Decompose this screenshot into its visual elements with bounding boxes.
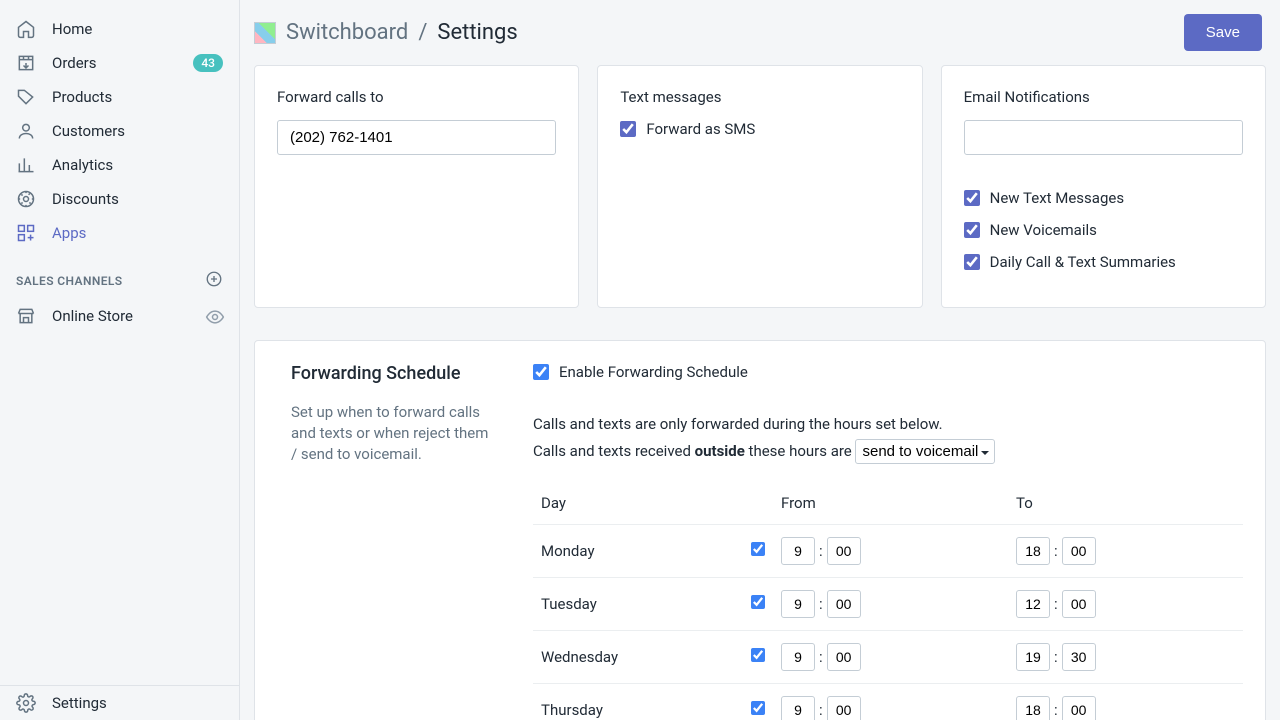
sidebar-item-label: Products [52,88,223,106]
home-icon [16,19,36,39]
schedule-row: Monday:: [533,525,1243,578]
sidebar-item-discounts[interactable]: Discounts [0,182,239,216]
day-enable-checkbox[interactable] [751,701,765,715]
sidebar-item-label: Apps [52,224,223,242]
sales-channels-header: SALES CHANNELS [0,250,239,299]
app-logo-icon [254,22,276,44]
forward-calls-input[interactable] [277,120,556,155]
email-notifications-card: Email Notifications New Text Messages Ne… [941,65,1266,308]
sidebar: Home Orders 43 Products Customers Analyt… [0,0,240,720]
sidebar-item-home[interactable]: Home [0,12,239,46]
schedule-heading: Forwarding Schedule [291,363,491,386]
to-min-input[interactable] [1062,590,1096,618]
notify-label: New Text Messages [990,189,1124,207]
sidebar-item-label: Home [52,20,223,38]
outside-hours-select[interactable]: send to voicemail [855,439,995,464]
analytics-icon [16,155,36,175]
notify-label: New Voicemails [990,221,1097,239]
sidebar-item-settings[interactable]: Settings [0,686,239,720]
sidebar-item-label: Analytics [52,156,223,174]
schedule-table: Day From To Monday::Tuesday::Wednesday::… [533,484,1243,720]
day-label: Thursday [533,684,713,720]
from-min-input[interactable] [827,643,861,671]
sidebar-item-online-store[interactable]: Online Store [0,299,239,333]
gear-icon [16,693,36,713]
sidebar-item-apps[interactable]: Apps [0,216,239,250]
notify-label: Daily Call & Text Summaries [990,253,1176,271]
to-min-input[interactable] [1062,696,1096,720]
schedule-info-1: Calls and texts are only forwarded durin… [533,415,1243,433]
orders-icon [16,53,36,73]
page-header: Switchboard / Settings Save [240,0,1280,65]
email-input[interactable] [964,120,1243,155]
save-button[interactable]: Save [1184,14,1262,51]
sidebar-item-products[interactable]: Products [0,80,239,114]
to-hour-input[interactable] [1016,643,1050,671]
forward-sms-label: Forward as SMS [646,120,755,138]
from-min-input[interactable] [827,696,861,720]
to-hour-input[interactable] [1016,590,1050,618]
customers-icon [16,121,36,141]
to-min-input[interactable] [1062,643,1096,671]
col-from: From [773,484,1008,525]
card-title: Text messages [620,88,899,106]
day-enable-checkbox[interactable] [751,595,765,609]
col-to: To [1008,484,1243,525]
notify-new-voicemails-checkbox[interactable] [964,222,980,238]
schedule-info-2: Calls and texts received outside these h… [533,439,1243,464]
products-icon [16,87,36,107]
store-icon [16,306,36,326]
forwarding-schedule-section: Forwarding Schedule Set up when to forwa… [254,340,1266,720]
day-label: Wednesday [533,631,713,684]
col-day: Day [533,484,713,525]
day-label: Monday [533,525,713,578]
from-min-input[interactable] [827,537,861,565]
day-enable-checkbox[interactable] [751,648,765,662]
sidebar-item-label: Online Store [52,307,205,325]
sidebar-item-label: Settings [52,694,223,712]
breadcrumb-app[interactable]: Switchboard [286,20,408,45]
sidebar-item-customers[interactable]: Customers [0,114,239,148]
to-hour-input[interactable] [1016,696,1050,720]
to-hour-input[interactable] [1016,537,1050,565]
notify-new-texts-checkbox[interactable] [964,190,980,206]
enable-schedule-checkbox[interactable] [533,364,549,380]
from-hour-input[interactable] [781,643,815,671]
from-hour-input[interactable] [781,537,815,565]
discounts-icon [16,189,36,209]
day-label: Tuesday [533,578,713,631]
sidebar-item-label: Customers [52,122,223,140]
add-channel-icon[interactable] [205,270,223,291]
breadcrumb-separator: / [418,20,427,45]
orders-badge: 43 [193,54,223,72]
to-min-input[interactable] [1062,537,1096,565]
from-hour-input[interactable] [781,696,815,720]
schedule-row: Thursday:: [533,684,1243,720]
card-title: Forward calls to [277,88,556,106]
from-hour-input[interactable] [781,590,815,618]
forward-sms-checkbox[interactable] [620,121,636,137]
sidebar-item-analytics[interactable]: Analytics [0,148,239,182]
schedule-description: Set up when to forward calls and texts o… [291,402,491,465]
sidebar-item-label: Orders [52,54,193,72]
day-enable-checkbox[interactable] [751,542,765,556]
breadcrumb: Switchboard / Settings [254,20,518,45]
forward-calls-card: Forward calls to [254,65,579,308]
view-store-icon[interactable] [205,307,223,325]
breadcrumb-current: Settings [437,20,517,45]
schedule-row: Tuesday:: [533,578,1243,631]
from-min-input[interactable] [827,590,861,618]
card-title: Email Notifications [964,88,1243,106]
enable-schedule-label: Enable Forwarding Schedule [559,363,748,381]
apps-icon [16,223,36,243]
text-messages-card: Text messages Forward as SMS [597,65,922,308]
notify-daily-summary-checkbox[interactable] [964,254,980,270]
main-content: Switchboard / Settings Save Forward call… [240,0,1280,720]
schedule-row: Wednesday:: [533,631,1243,684]
sidebar-item-orders[interactable]: Orders 43 [0,46,239,80]
sidebar-item-label: Discounts [52,190,223,208]
